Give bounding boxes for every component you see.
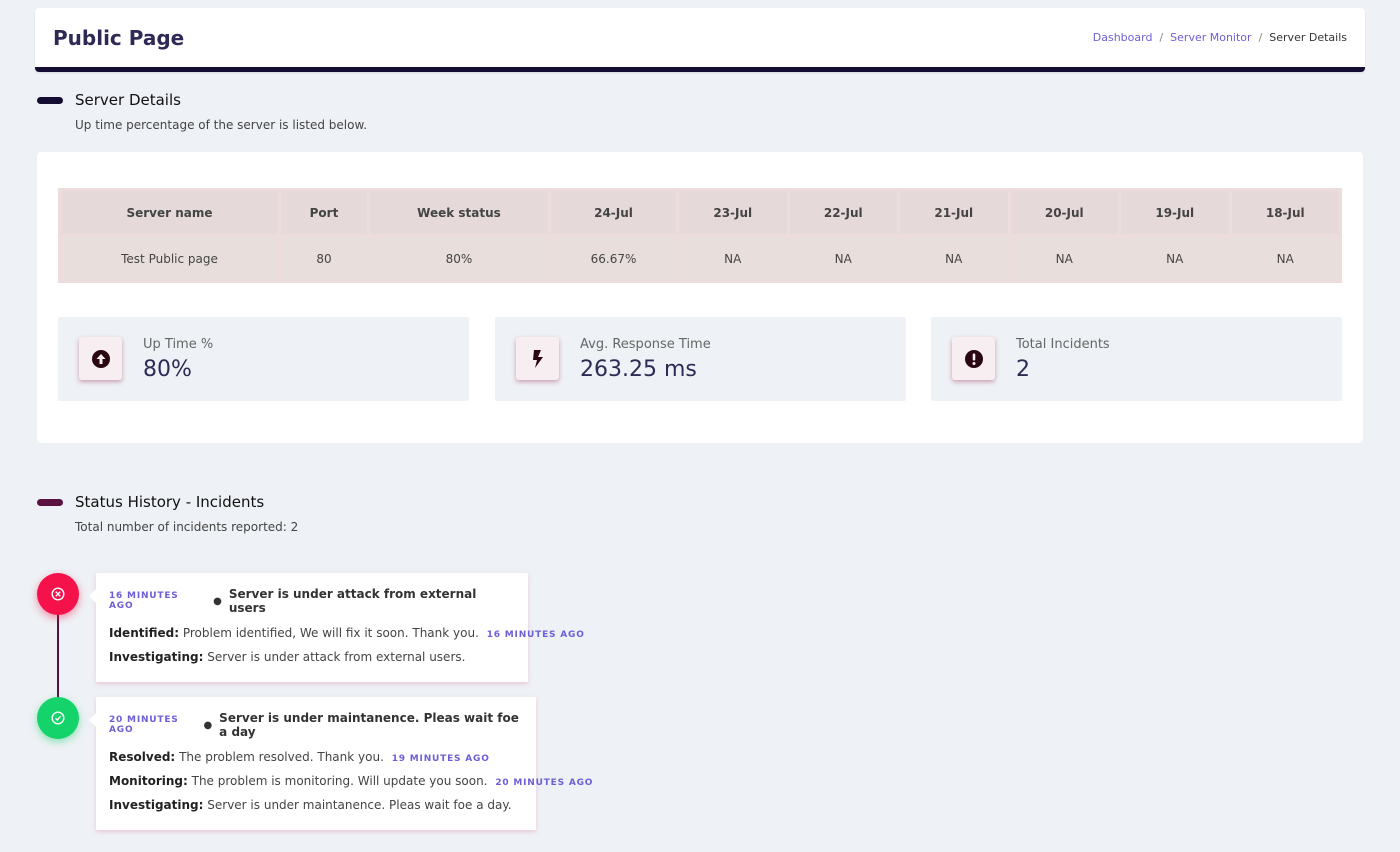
table-header-row: Server name Port Week status 24-Jul 23-J… — [61, 191, 1339, 234]
bolt-icon — [516, 337, 559, 380]
incident-title: Server is under maintanence. Pleas wait … — [219, 711, 519, 739]
response-time-stat-card: Avg. Response Time 263.25 ms — [495, 317, 906, 401]
arrow-up-circle-icon — [79, 337, 122, 380]
column-header: 19-Jul — [1121, 191, 1229, 234]
stat-label: Avg. Response Time — [580, 337, 711, 352]
column-header: 21-Jul — [900, 191, 1008, 234]
incident-update: Investigating: Server is under attack fr… — [109, 650, 515, 664]
section-title: Server Details — [75, 91, 181, 109]
update-time: 16 MINUTES AGO — [486, 630, 585, 640]
table-row: Test Public page 80 80% 66.67% NA NA NA … — [61, 237, 1339, 280]
breadcrumb-separator: / — [1159, 31, 1164, 44]
section-subtitle: Total number of incidents reported: 2 — [75, 520, 299, 534]
update-text: The problem resolved. Thank you. — [179, 750, 384, 764]
incident-update: Monitoring: The problem is monitoring. W… — [109, 774, 592, 788]
breadcrumb-dashboard-link[interactable]: Dashboard — [1093, 31, 1153, 44]
section-title: Status History - Incidents — [75, 493, 265, 511]
incident-card: 16 MINUTES AGO ● Server is under attack … — [89, 573, 584, 682]
section-bar — [37, 96, 63, 104]
breadcrumb-current: Server Details — [1269, 31, 1347, 44]
column-header: 20-Jul — [1010, 191, 1118, 234]
breadcrumb: Dashboard / Server Monitor / Server Deta… — [1093, 31, 1347, 44]
timeline-line — [57, 612, 59, 698]
table-cell: 80% — [370, 237, 548, 280]
update-text: Problem identified, We will fix it soon.… — [182, 626, 479, 640]
update-time: 20 MINUTES AGO — [495, 778, 594, 788]
breadcrumb-separator: / — [1258, 31, 1263, 44]
incidents-stat-card: Total Incidents 2 — [931, 317, 1342, 401]
exclamation-circle-icon — [952, 337, 995, 380]
bullet: ● — [203, 719, 213, 731]
table-cell: NA — [789, 237, 897, 280]
update-label: Investigating: — [109, 650, 204, 664]
table-cell: Test Public page — [61, 237, 278, 280]
page-header: Public Page Dashboard / Server Monitor /… — [35, 8, 1365, 72]
incident-update: Resolved: The problem resolved. Thank yo… — [109, 750, 523, 764]
column-header: Week status — [370, 191, 548, 234]
update-label: Resolved: — [109, 750, 176, 764]
update-text: The problem is monitoring. Will update y… — [191, 774, 488, 788]
column-header: 24-Jul — [551, 191, 676, 234]
status-history-heading: Status History - Incidents — [37, 493, 264, 511]
update-time: 19 MINUTES AGO — [391, 754, 490, 764]
stat-value: 2 — [1016, 357, 1030, 382]
table-cell: 80 — [281, 237, 367, 280]
incident-time: 16 MINUTES AGO — [109, 591, 179, 611]
incident-title: Server is under attack from external use… — [228, 587, 477, 615]
server-details-card: Server name Port Week status 24-Jul 23-J… — [37, 152, 1363, 443]
update-text: Server is under attack from external use… — [207, 650, 466, 664]
table-cell: NA — [1010, 237, 1118, 280]
column-header: 23-Jul — [679, 191, 787, 234]
uptime-table: Server name Port Week status 24-Jul 23-J… — [58, 188, 1342, 283]
check-circle-icon — [37, 697, 79, 739]
stat-value: 80% — [143, 357, 192, 382]
update-label: Monitoring: — [109, 774, 188, 788]
column-header: 22-Jul — [789, 191, 897, 234]
page-title: Public Page — [53, 25, 185, 50]
table-cell: NA — [679, 237, 787, 280]
incident-header: 16 MINUTES AGO ● Server is under attack … — [109, 587, 515, 615]
table-cell: NA — [900, 237, 1008, 280]
breadcrumb-server-monitor-link[interactable]: Server Monitor — [1170, 31, 1251, 44]
incident-update: Investigating: Server is under maintanen… — [109, 798, 523, 812]
column-header: Server name — [61, 191, 278, 234]
incident-header: 20 MINUTES AGO ● Server is under maintan… — [109, 711, 523, 739]
stat-label: Total Incidents — [1016, 337, 1110, 352]
incident-update: Identified: Problem identified, We will … — [109, 626, 584, 640]
stat-value: 263.25 ms — [580, 357, 697, 382]
update-label: Identified: — [109, 626, 180, 640]
table-cell: NA — [1121, 237, 1229, 280]
incident-time: 20 MINUTES AGO — [109, 715, 179, 735]
column-header: Port — [281, 191, 367, 234]
table-cell: 66.67% — [551, 237, 676, 280]
update-text: Server is under maintanence. Pleas wait … — [207, 798, 512, 812]
x-circle-icon — [37, 573, 79, 615]
column-header: 18-Jul — [1231, 191, 1339, 234]
bullet: ● — [213, 595, 222, 607]
uptime-stat-card: Up Time % 80% — [58, 317, 469, 401]
incident-card: 20 MINUTES AGO ● Server is under maintan… — [89, 697, 592, 830]
server-details-heading: Server Details — [37, 91, 181, 109]
stat-label: Up Time % — [143, 337, 214, 352]
table-cell: NA — [1231, 237, 1339, 280]
section-subtitle: Up time percentage of the server is list… — [75, 118, 368, 132]
section-bar — [37, 498, 63, 506]
update-label: Investigating: — [109, 798, 204, 812]
